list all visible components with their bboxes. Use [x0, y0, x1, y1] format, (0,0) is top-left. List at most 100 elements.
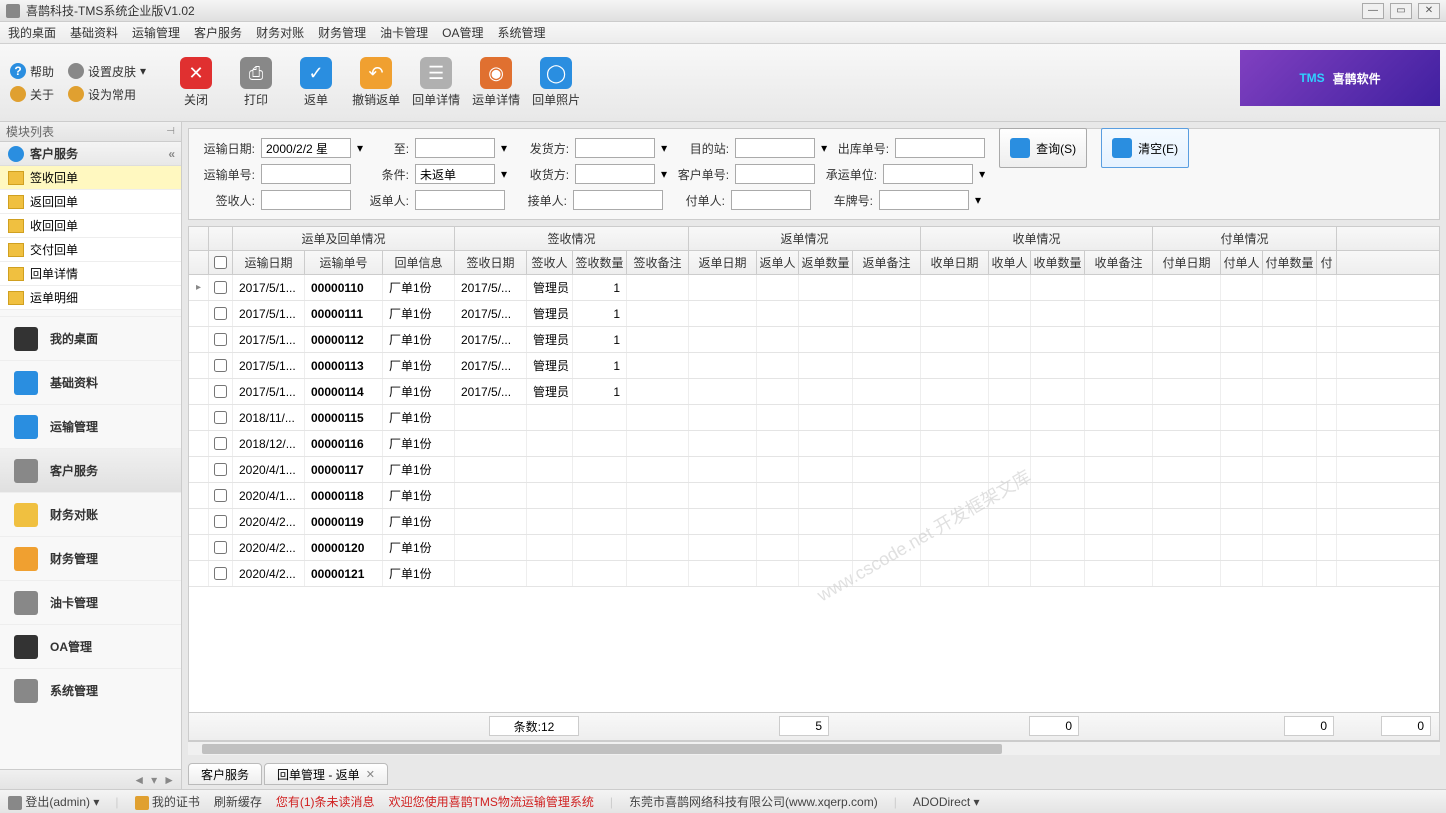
table-row[interactable]: 2017/5/1...00000114厂单1份2017/5/...管理员1 — [189, 379, 1439, 405]
input-cust-no[interactable] — [735, 164, 815, 184]
sidebar-module-4[interactable]: 财务对账 — [0, 492, 181, 536]
input-receiver[interactable] — [575, 164, 655, 184]
table-row[interactable]: 2017/5/1...00000113厂单1份2017/5/...管理员1 — [189, 353, 1439, 379]
status-cert[interactable]: 我的证书 — [135, 793, 200, 810]
sidebar-module-6[interactable]: 油卡管理 — [0, 580, 181, 624]
table-row[interactable]: 2020/4/1...00000118厂单1份 — [189, 483, 1439, 509]
col-cqty[interactable]: 收单数量 — [1031, 251, 1085, 274]
col-pqty[interactable]: 付单数量 — [1263, 251, 1317, 274]
drop-icon[interactable]: ▾ — [661, 167, 667, 181]
col-rqty[interactable]: 返单数量 — [799, 251, 853, 274]
row-checkbox[interactable] — [214, 567, 227, 580]
tb-return[interactable]: ✓返单 — [292, 57, 340, 108]
menu-customer[interactable]: 客户服务 — [194, 24, 242, 41]
row-checkbox[interactable] — [214, 463, 227, 476]
close-tab-icon[interactable]: ✕ — [366, 768, 375, 781]
tb-print[interactable]: ⎙打印 — [232, 57, 280, 108]
status-unread[interactable]: 您有(1)条未读消息 — [276, 793, 375, 810]
sidebar-section-customer[interactable]: 客户服务« — [0, 142, 181, 166]
tab-customer-service[interactable]: 客户服务 — [188, 763, 262, 785]
row-checkbox[interactable] — [214, 489, 227, 502]
maximize-button[interactable]: ▭ — [1390, 3, 1412, 19]
pin-icon[interactable]: ⊣ — [166, 126, 175, 137]
tb-photo[interactable]: ◯回单照片 — [532, 57, 580, 108]
tb-tdetail[interactable]: ◉运单详情 — [472, 57, 520, 108]
sidebar-item-1[interactable]: 返回回单 — [0, 190, 181, 214]
table-row[interactable]: 2018/11/...00000115厂单1份 — [189, 405, 1439, 431]
row-checkbox[interactable] — [214, 385, 227, 398]
sidebar-module-5[interactable]: 财务管理 — [0, 536, 181, 580]
row-checkbox[interactable] — [214, 333, 227, 346]
close-window-button[interactable]: ✕ — [1418, 3, 1440, 19]
sidebar-item-3[interactable]: 交付回单 — [0, 238, 181, 262]
menu-system[interactable]: 系统管理 — [497, 24, 545, 41]
arrow-left-icon[interactable]: ◄ — [133, 773, 145, 787]
col-rby[interactable]: 返单人 — [757, 251, 799, 274]
table-row[interactable]: 2017/5/1...00000112厂单1份2017/5/...管理员1 — [189, 327, 1439, 353]
menu-transport[interactable]: 运输管理 — [132, 24, 180, 41]
drop-icon[interactable]: ▾ — [975, 193, 981, 207]
input-trans-date[interactable] — [261, 138, 351, 158]
chk-all[interactable] — [214, 256, 227, 269]
sidebar-module-0[interactable]: 我的桌面 — [0, 316, 181, 360]
row-checkbox[interactable] — [214, 541, 227, 554]
table-row[interactable]: 2020/4/1...00000117厂单1份 — [189, 457, 1439, 483]
col-pdate[interactable]: 付单日期 — [1153, 251, 1221, 274]
status-ado[interactable]: ADODirect ▾ — [913, 795, 980, 809]
drop-icon[interactable]: ▾ — [979, 167, 985, 181]
col-rnote[interactable]: 返单备注 — [853, 251, 921, 274]
col-info[interactable]: 回单信息 — [383, 251, 455, 274]
input-shipper[interactable] — [575, 138, 655, 158]
menu-oa[interactable]: OA管理 — [442, 24, 483, 41]
input-to-date[interactable] — [415, 138, 495, 158]
sidebar-item-2[interactable]: 收回回单 — [0, 214, 181, 238]
input-dest[interactable] — [735, 138, 815, 158]
menu-desktop[interactable]: 我的桌面 — [8, 24, 56, 41]
sidebar-item-5[interactable]: 运单明细 — [0, 286, 181, 310]
menu-finance-recon[interactable]: 财务对账 — [256, 24, 304, 41]
col-pby[interactable]: 付单人 — [1221, 251, 1263, 274]
drop-icon[interactable]: ▾ — [821, 141, 827, 155]
col-sby[interactable]: 签收人 — [527, 251, 573, 274]
col-cby[interactable]: 收单人 — [989, 251, 1031, 274]
tb-detail[interactable]: ☰回单详情 — [412, 57, 460, 108]
col-px[interactable]: 付 — [1317, 251, 1337, 274]
date-drop-icon[interactable]: ▾ — [357, 141, 363, 155]
query-button[interactable]: 查询(S) — [999, 128, 1087, 168]
col-trans-no[interactable]: 运输单号 — [305, 251, 383, 274]
col-snote[interactable]: 签收备注 — [627, 251, 689, 274]
input-sign-by[interactable] — [261, 190, 351, 210]
help-link[interactable]: ?帮助 — [10, 63, 54, 80]
table-row[interactable]: 2020/4/2...00000121厂单1份 — [189, 561, 1439, 587]
col-cdate[interactable]: 收单日期 — [921, 251, 989, 274]
tab-receipt-return[interactable]: 回单管理 - 返单✕ — [264, 763, 388, 785]
status-refresh[interactable]: 刷新缓存 — [214, 793, 262, 810]
row-checkbox[interactable] — [214, 359, 227, 372]
tb-undo[interactable]: ↶撤销返单 — [352, 57, 400, 108]
row-checkbox[interactable] — [214, 437, 227, 450]
horizontal-scrollbar[interactable] — [188, 741, 1440, 755]
menu-finance[interactable]: 财务管理 — [318, 24, 366, 41]
col-trans-date[interactable]: 运输日期 — [233, 251, 305, 274]
row-checkbox[interactable] — [214, 307, 227, 320]
col-rdate[interactable]: 返单日期 — [689, 251, 757, 274]
input-plate[interactable] — [879, 190, 969, 210]
drop-icon[interactable]: ▾ — [661, 141, 667, 155]
menu-oilcard[interactable]: 油卡管理 — [380, 24, 428, 41]
row-checkbox[interactable] — [214, 281, 227, 294]
date-drop-icon2[interactable]: ▾ — [501, 141, 507, 155]
row-checkbox[interactable] — [214, 411, 227, 424]
table-row[interactable]: 2020/4/2...00000120厂单1份 — [189, 535, 1439, 561]
about-link[interactable]: 关于 — [10, 86, 54, 103]
fav-link[interactable]: 设为常用 — [68, 86, 136, 103]
row-checkbox[interactable] — [214, 515, 227, 528]
input-carrier[interactable] — [883, 164, 973, 184]
sidebar-module-2[interactable]: 运输管理 — [0, 404, 181, 448]
drop-icon[interactable]: ▾ — [501, 167, 507, 181]
input-accept-by[interactable] — [573, 190, 663, 210]
table-row[interactable]: 2017/5/1...00000111厂单1份2017/5/...管理员1 — [189, 301, 1439, 327]
clear-button[interactable]: 清空(E) — [1101, 128, 1189, 168]
skin-link[interactable]: 设置皮肤 ▾ — [68, 63, 146, 80]
minimize-button[interactable]: — — [1362, 3, 1384, 19]
col-sdate[interactable]: 签收日期 — [455, 251, 527, 274]
